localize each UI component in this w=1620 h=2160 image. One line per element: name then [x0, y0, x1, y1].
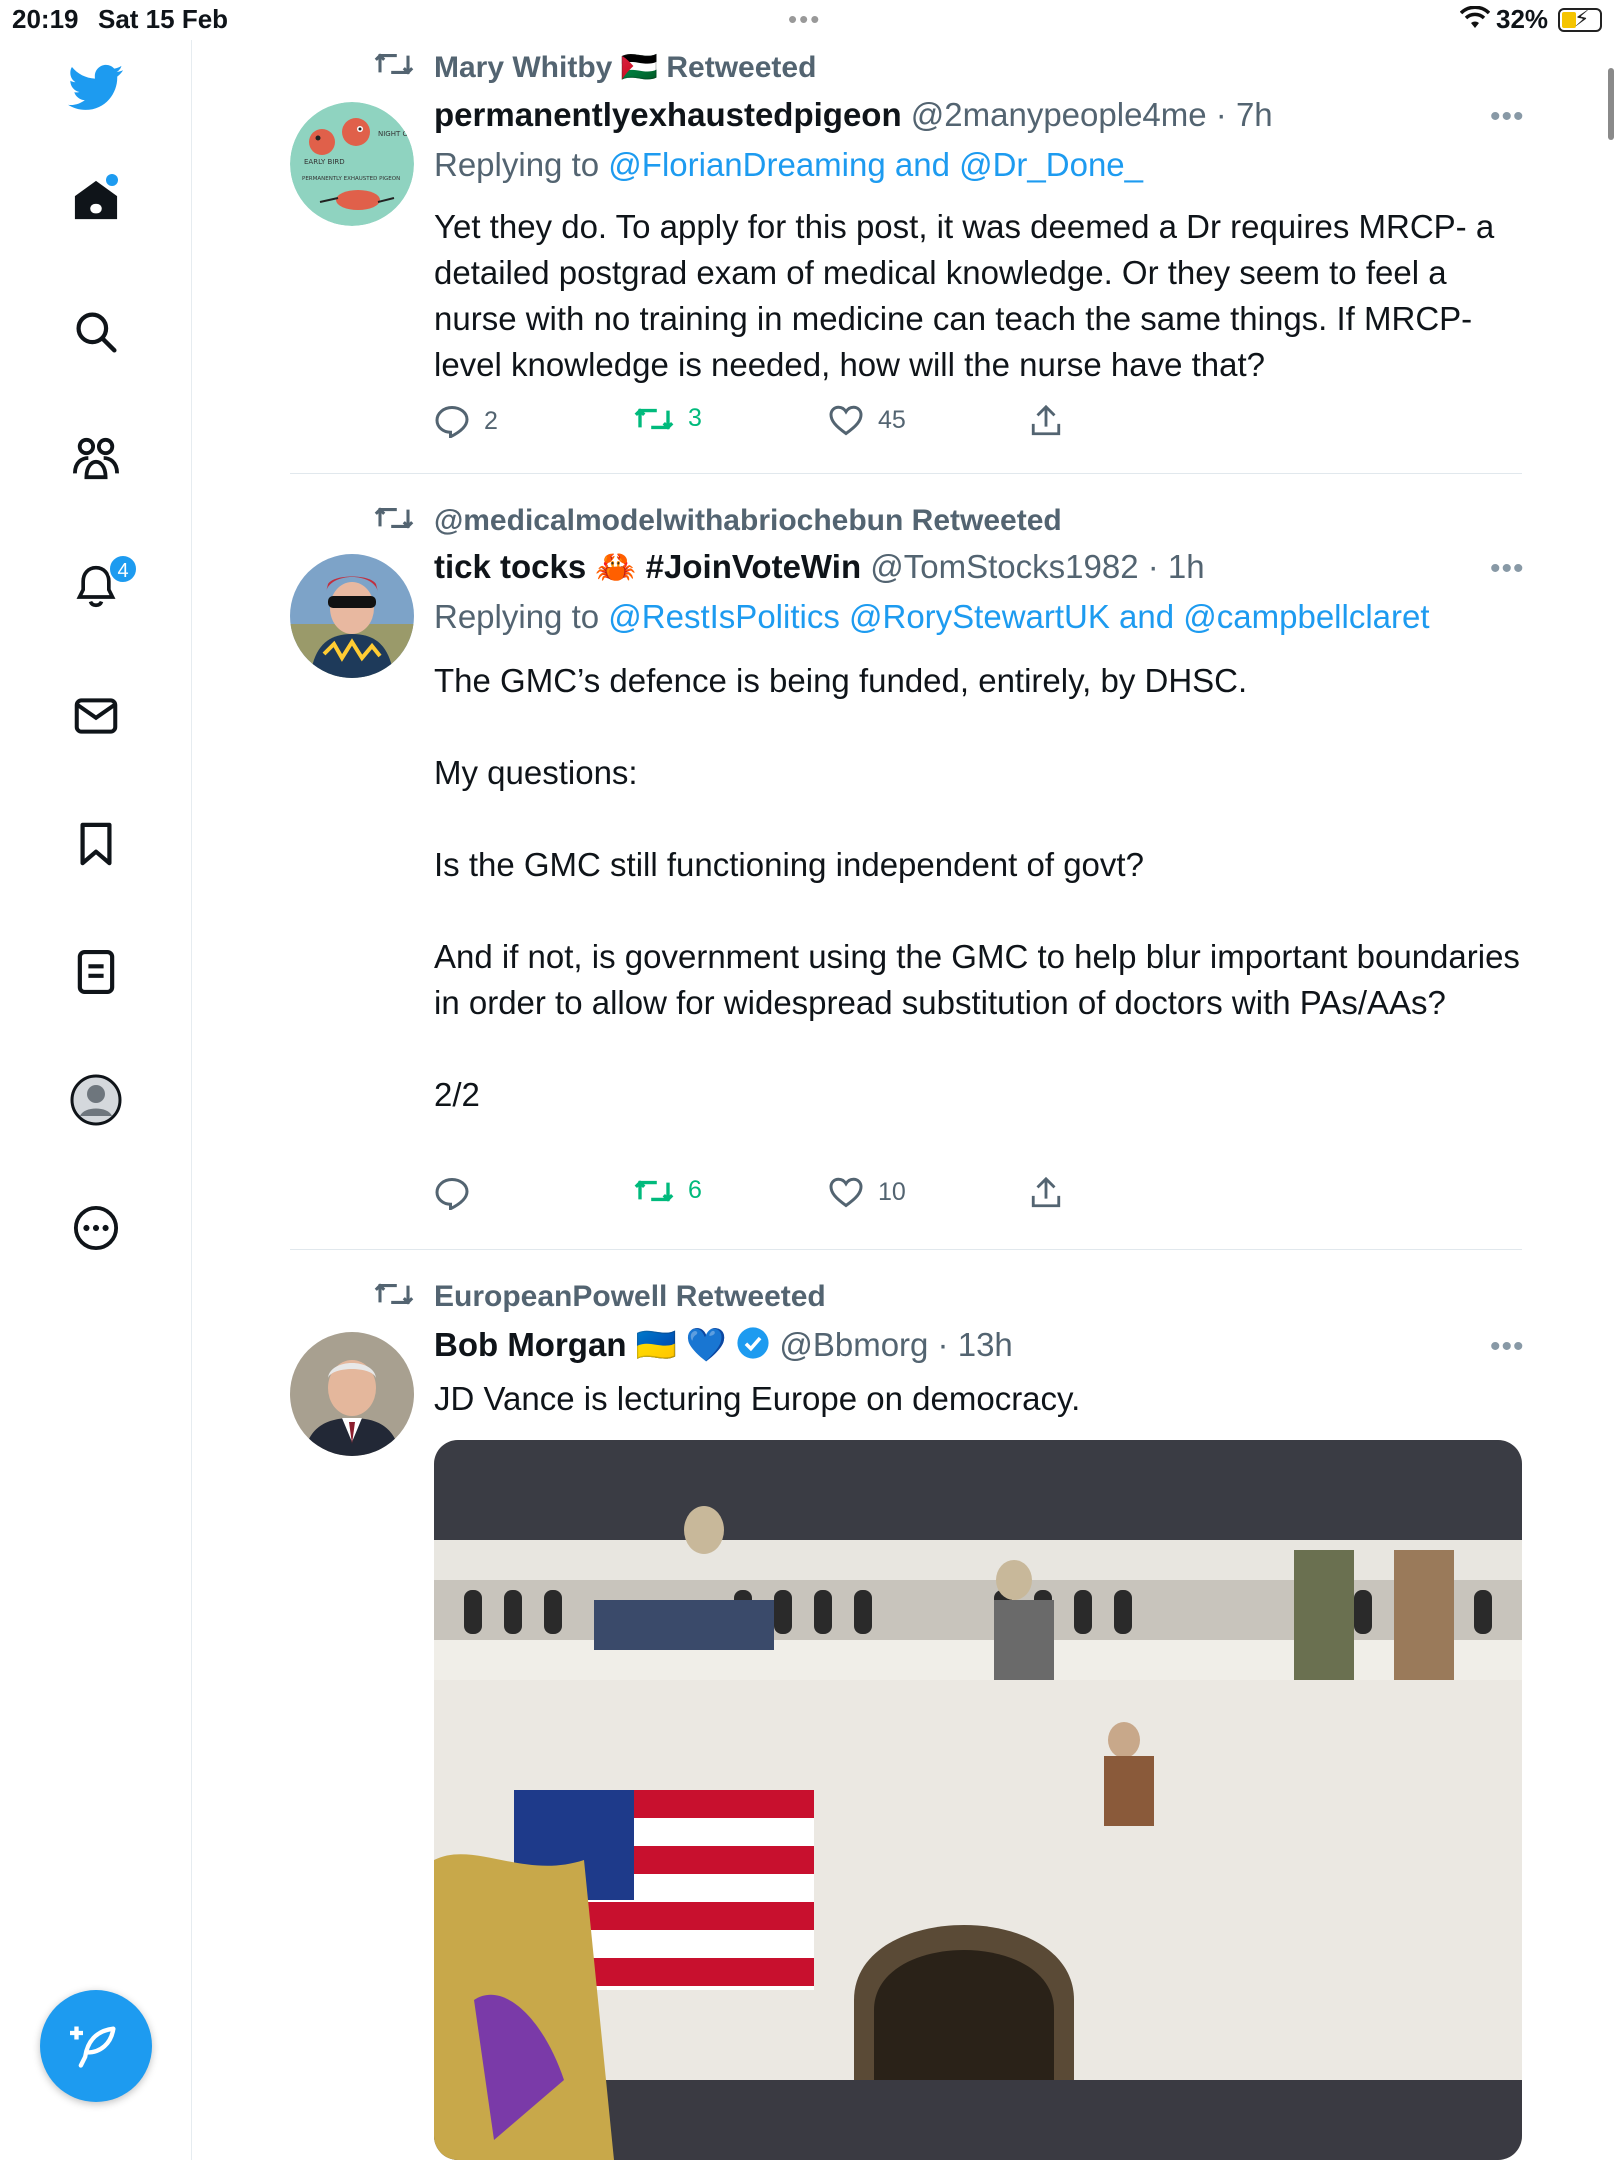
sidebar: 4	[0, 40, 192, 2160]
author-name[interactable]: Bob Morgan 🇺🇦 💙	[434, 1326, 727, 1363]
tweet-header: tick tocks 🦀 #JoinVoteWin @TomStocks1982…	[434, 548, 1205, 587]
messages-icon[interactable]	[66, 686, 126, 746]
tweet-text-line: My questions:	[434, 754, 638, 791]
replying-to: Replying to @RestIsPolitics @RoryStewart…	[434, 598, 1430, 636]
tweet-text-line: And if not, is government using the GMC …	[434, 938, 1520, 1021]
new-content-dot	[106, 174, 118, 186]
tweet-text: JD Vance is lecturing Europe on democrac…	[434, 1380, 1081, 1417]
retweeted-by: Mary Whitby 🇵🇸 Retweeted	[434, 51, 817, 84]
tweet-photo[interactable]	[434, 1440, 1522, 2160]
svg-text:PERMANENTLY EXHAUSTED PIGEON: PERMANENTLY EXHAUSTED PIGEON	[302, 176, 400, 182]
retweeted-by: @medicalmodelwithabriochebun Retweeted	[434, 504, 1062, 537]
tweet-header: permanentlyexhaustedpigeon @2manypeople4…	[434, 96, 1273, 134]
battery-icon: ⚡	[1558, 6, 1602, 32]
search-icon[interactable]	[66, 302, 126, 362]
tweet-text: The GMC’s defence is being funded, entir…	[434, 658, 1524, 1118]
compose-feather-icon	[70, 2026, 116, 2068]
replying-to-links[interactable]: @FlorianDreaming and @Dr_Done_	[608, 146, 1143, 183]
communities-icon[interactable]	[66, 428, 126, 488]
like-icon	[829, 1177, 863, 1208]
more-options-icon[interactable]: •••	[1490, 100, 1525, 134]
like-count: 45	[878, 405, 906, 434]
retweeted-icon	[374, 504, 414, 537]
author-handle[interactable]: @Bbmorg · 13h	[779, 1326, 1012, 1363]
retweet-count: 3	[688, 404, 702, 432]
reply-icon	[435, 1177, 469, 1210]
avatar[interactable]: NIGHT OWL EARLY BIRD PERMANENTLY EXHAUST…	[290, 102, 414, 226]
author-handle[interactable]: @TomStocks1982 · 1h	[870, 548, 1204, 585]
tweet-actions: 6 10	[434, 1176, 1334, 1216]
replying-to: Replying to @FlorianDreaming and @Dr_Don…	[434, 146, 1143, 184]
retweet-icon	[634, 407, 674, 430]
tweet[interactable]: Mary Whitby 🇵🇸 Retweeted NIGHT OWL EARLY…	[290, 40, 1525, 474]
retweet-button[interactable]: 3	[634, 404, 702, 433]
verified-badge-icon	[736, 1326, 770, 1368]
retweeted-by: EuropeanPowell Retweeted	[434, 1280, 826, 1313]
share-icon	[1031, 404, 1061, 436]
more-icon[interactable]	[66, 1198, 126, 1258]
status-date: Sat 15 Feb	[98, 4, 229, 34]
tweet-text: Yet they do. To apply for this post, it …	[434, 208, 1495, 383]
more-options-icon[interactable]: •••	[1490, 552, 1525, 586]
compose-tweet-button[interactable]	[40, 1990, 152, 2102]
author-handle[interactable]: @2manypeople4me · 7h	[911, 96, 1273, 133]
twitter-bird-icon[interactable]	[66, 58, 126, 118]
tweet-text-line: The GMC’s defence is being funded, entir…	[434, 662, 1248, 699]
reply-button[interactable]	[434, 1176, 484, 1210]
notifications-icon[interactable]: 4	[66, 554, 138, 616]
retweet-icon	[634, 1179, 674, 1202]
tweet[interactable]: EuropeanPowell Retweeted Bob Morgan 🇺🇦 💙…	[290, 1270, 1525, 2160]
share-button[interactable]	[1030, 1176, 1062, 1210]
tweet-text-line	[434, 796, 1524, 842]
status-bar: 20:19 Sat 15 Feb ••• 32% ⚡	[0, 0, 1620, 40]
svg-text:NIGHT OWL: NIGHT OWL	[378, 130, 414, 138]
tweet-divider	[290, 473, 1522, 474]
replying-to-label: Replying to	[434, 598, 600, 635]
status-time: 20:19	[12, 4, 79, 34]
wifi-icon	[1459, 5, 1491, 37]
tweet-divider	[290, 1249, 1522, 1250]
notifications-badge: 4	[108, 554, 138, 584]
retweeted-icon	[374, 50, 414, 83]
tweet[interactable]: @medicalmodelwithabriochebun Retweeted t…	[290, 494, 1525, 1250]
more-options-icon[interactable]: •••	[1490, 1330, 1525, 1364]
like-button[interactable]: 45	[828, 404, 906, 436]
share-button[interactable]	[1030, 404, 1062, 438]
multitasking-dots[interactable]: •••	[788, 4, 821, 35]
author-name[interactable]: tick tocks 🦀 #JoinVoteWin	[434, 548, 861, 585]
reply-icon	[435, 405, 469, 438]
retweeted-icon	[374, 1280, 414, 1313]
like-button[interactable]: 10	[828, 1176, 906, 1208]
battery-percentage: 32%	[1496, 4, 1549, 34]
like-icon	[829, 405, 863, 436]
tweet-text-line	[434, 888, 1524, 934]
retweet-button[interactable]: 6	[634, 1176, 702, 1205]
tweet-text-line	[434, 704, 1524, 750]
avatar[interactable]	[290, 1332, 414, 1456]
retweet-count: 6	[688, 1176, 702, 1204]
author-name[interactable]: permanentlyexhaustedpigeon	[434, 96, 902, 133]
profile-icon[interactable]	[66, 1070, 126, 1130]
tweet-header: Bob Morgan 🇺🇦 💙 @Bbmorg · 13h	[434, 1326, 1013, 1368]
replying-to-label: Replying to	[434, 146, 600, 183]
tweet-actions: 2 3 45	[434, 404, 1334, 444]
reply-button[interactable]: 2	[434, 404, 498, 438]
scrollbar[interactable]	[1608, 68, 1614, 140]
bookmarks-icon[interactable]	[66, 814, 126, 874]
replying-to-links[interactable]: @RestIsPolitics @RoryStewartUK and @camp…	[608, 598, 1429, 635]
share-icon	[1031, 1176, 1061, 1208]
svg-text:EARLY BIRD: EARLY BIRD	[304, 158, 345, 166]
avatar[interactable]	[290, 554, 414, 678]
tweet-text-line: 2/2	[434, 1076, 480, 1113]
like-count: 10	[878, 1177, 906, 1206]
lists-icon[interactable]	[66, 942, 126, 1002]
tweet-text-line	[434, 1026, 1524, 1072]
reply-count: 2	[484, 406, 498, 435]
home-icon[interactable]	[66, 170, 126, 230]
tweet-text-line: Is the GMC still functioning independent…	[434, 846, 1144, 883]
